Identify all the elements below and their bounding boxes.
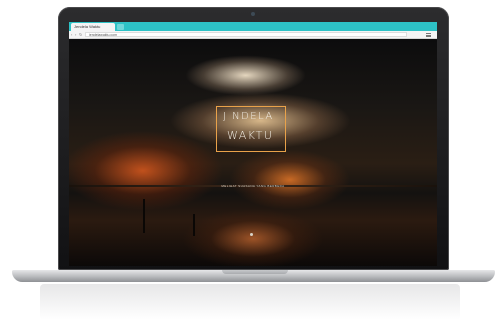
- hero-section: J NDELA WAKTU MELIHAT SUASANA YANG BERBE…: [69, 39, 437, 266]
- laptop-screen: Jendela Waktu ‹ › ↻ jendelawaktu.com J N…: [69, 22, 437, 266]
- hero-tagline: MELIHAT SUASANA YANG BERBEDA: [221, 184, 285, 188]
- address-bar[interactable]: jendelawaktu.com: [85, 32, 407, 37]
- pier-post: [143, 199, 145, 233]
- menu-icon[interactable]: [426, 33, 431, 37]
- browser-tab[interactable]: Jendela Waktu: [71, 23, 115, 31]
- logo-text-line2: WAKTU: [227, 129, 274, 142]
- webcam-icon: [251, 12, 255, 16]
- laptop-notch: [222, 270, 288, 274]
- pier-post: [193, 214, 195, 236]
- new-tab-button[interactable]: [117, 24, 124, 30]
- laptop-reflection: [40, 284, 460, 320]
- laptop-lid: Jendela Waktu ‹ › ↻ jendelawaktu.com J N…: [58, 7, 449, 270]
- browser-tab-strip: Jendela Waktu: [69, 22, 437, 31]
- forward-arrow-icon[interactable]: ›: [75, 33, 76, 37]
- browser-toolbar: ‹ › ↻ jendelawaktu.com: [69, 31, 437, 39]
- scroll-down-dot-icon[interactable]: [250, 233, 253, 236]
- logo-text-line1: J NDELA: [223, 111, 274, 122]
- back-arrow-icon[interactable]: ‹: [71, 33, 72, 37]
- reload-icon[interactable]: ↻: [79, 33, 82, 37]
